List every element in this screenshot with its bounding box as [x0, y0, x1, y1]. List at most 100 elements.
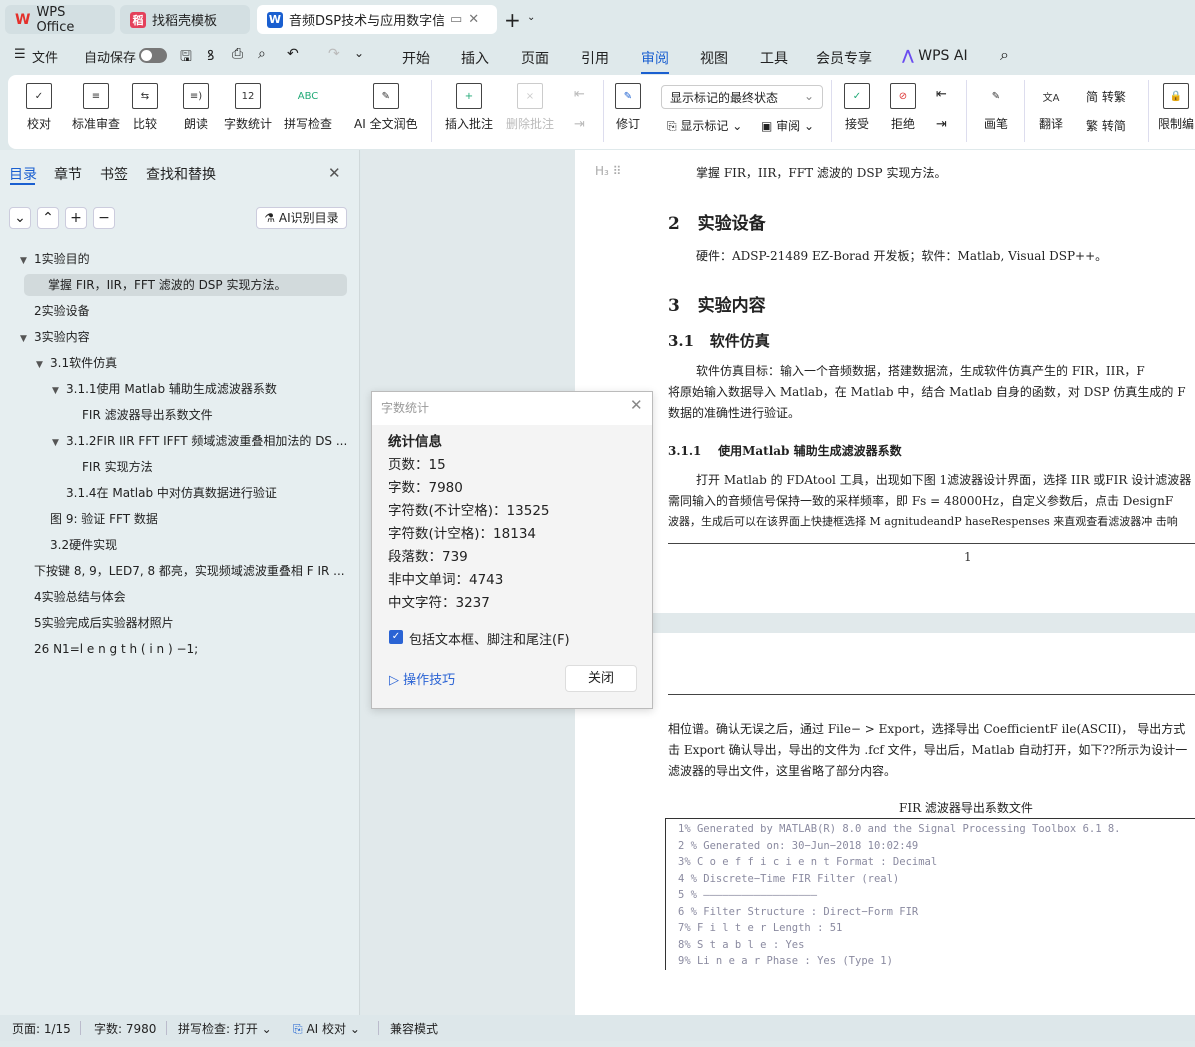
label: 比较: [132, 117, 157, 131]
add-heading-button[interactable]: +: [65, 207, 87, 229]
menu-page[interactable]: 页面: [521, 48, 549, 68]
restrict-edit-button[interactable]: 🔒 限制编: [1158, 83, 1194, 132]
reject-button[interactable]: ⊘ 拒绝: [890, 83, 916, 132]
menu-tools[interactable]: 工具: [760, 48, 788, 68]
expand-triangle-icon[interactable]: ▼: [52, 432, 66, 454]
markup-mode-select[interactable]: 显示标记的最终状态 ⌄: [661, 85, 823, 109]
ai-proof-status[interactable]: ⎘ AI 校对 ⌄: [293, 1020, 360, 1037]
menu-member[interactable]: 会员专享: [816, 48, 872, 68]
close-button[interactable]: 关闭: [565, 665, 637, 692]
page-indicator[interactable]: 页面: 1/15: [12, 1020, 71, 1037]
tab-find-replace[interactable]: 查找和替换: [146, 164, 216, 184]
print-icon[interactable]: ⎙: [232, 46, 243, 62]
code-line: 4 % Discrete−Time FIR Filter (real): [678, 872, 900, 885]
toc-item[interactable]: FIR 实现方法: [68, 456, 153, 478]
include-checkbox[interactable]: ✓: [389, 630, 403, 644]
expand-triangle-icon[interactable]: ▼: [20, 250, 34, 272]
print-preview-icon[interactable]: ⌕: [258, 46, 266, 62]
word-count-indicator[interactable]: 字数: 7980: [94, 1020, 156, 1037]
close-pane-icon[interactable]: ✕: [328, 164, 341, 182]
to-simplified-button[interactable]: 繁 转简: [1086, 117, 1126, 134]
menu-insert[interactable]: 插入: [461, 48, 489, 68]
dialog-title: 字数统计: [381, 401, 430, 415]
expand-triangle-icon[interactable]: ▼: [36, 354, 50, 376]
menu-home[interactable]: 开始: [402, 48, 430, 68]
toc-item[interactable]: 下按键 8, 9，LED7, 8 都亮，实现频域滤波重叠相 F IR ...: [20, 560, 345, 582]
compare-icon: ⇆: [132, 83, 158, 109]
toc-item[interactable]: 掌握 FIR，IIR，FFT 滤波的 DSP 实现方法。: [24, 274, 347, 296]
tips-link[interactable]: ▷ 操作技巧: [389, 669, 455, 688]
file-menu[interactable]: 文件: [32, 47, 58, 66]
status-bar: 页面: 1/15 字数: 7980 拼写检查: 打开 ⌄ ⎘ AI 校对 ⌄ 兼…: [0, 1015, 1195, 1041]
word-count-button[interactable]: 12 字数统计: [224, 83, 272, 132]
tab-wps-office[interactable]: W WPS Office: [5, 5, 115, 35]
accept-button[interactable]: ✓ 接受: [844, 83, 870, 132]
spell-check-status[interactable]: 拼写检查: 打开 ⌄: [178, 1020, 272, 1037]
menu-references[interactable]: 引用: [581, 48, 609, 68]
autosave-toggle[interactable]: [139, 48, 167, 63]
save-icon[interactable]: 🖫: [180, 46, 192, 70]
spell-check-button[interactable]: ABC 拼写检查: [284, 83, 332, 132]
revise-button[interactable]: ✎ 修订: [615, 83, 641, 132]
toc-item[interactable]: 26 N1=l e n g t h ( i n ) −1;: [20, 638, 198, 660]
toc-item[interactable]: 3.1.4在 Matlab 中对仿真数据进行验证: [52, 482, 277, 504]
tab-sections[interactable]: 章节: [54, 164, 82, 184]
pen-button[interactable]: ✎ 画笔: [983, 83, 1009, 132]
expand-down-button[interactable]: ⌄: [9, 207, 31, 229]
toc-item[interactable]: 5实验完成后实验器材照片: [20, 612, 174, 634]
prev-change-icon[interactable]: ⇤: [936, 87, 947, 102]
collapse-up-button[interactable]: ⌃: [37, 207, 59, 229]
delete-comment-button[interactable]: × 删除批注: [506, 83, 554, 132]
navigation-pane: 目录 章节 书签 查找和替换 ✕ ⌄ ⌃ + − ⚗ AI识别目录 ▼ 1实验目的…: [0, 150, 360, 1015]
close-tab-icon[interactable]: ✕: [468, 12, 479, 27]
toc-item[interactable]: 4实验总结与体会: [20, 586, 126, 608]
close-icon[interactable]: ✕: [630, 396, 643, 414]
more-chevron-icon[interactable]: ⌄: [354, 46, 364, 60]
tab-document[interactable]: W 音频DSP技术与应用数字信号 ▭ ✕: [257, 5, 497, 34]
toc-item[interactable]: 3.2硬件实现: [36, 534, 117, 556]
toc-item[interactable]: ▼ 1实验目的: [20, 248, 90, 270]
translate-button[interactable]: 文A 翻译: [1038, 83, 1064, 132]
tab-toc[interactable]: 目录: [9, 164, 37, 184]
toc-item[interactable]: ▼ 3.1.1使用 Matlab 辅助生成滤波器系数: [52, 378, 277, 400]
to-traditional-button[interactable]: 简 转繁: [1086, 88, 1126, 105]
review-pane-button[interactable]: ▣ 审阅 ⌄: [761, 117, 814, 134]
heading-style-icon[interactable]: H₃ ⠿: [595, 164, 621, 178]
insert-comment-button[interactable]: + 插入批注: [445, 83, 493, 132]
ai-toc-button[interactable]: ⚗ AI识别目录: [256, 207, 347, 229]
undo-icon[interactable]: ↶: [287, 46, 299, 62]
redo-icon[interactable]: ↷: [328, 46, 340, 62]
stat-label: 字符数(不计空格)：: [388, 503, 507, 519]
paragraph: 相位谱。确认无误之后，通过 File− > Export，选择导出 Coeffi…: [668, 722, 1186, 736]
monitor-icon[interactable]: ▭: [450, 12, 462, 27]
search-icon[interactable]: ⌕: [1000, 45, 1009, 65]
new-tab-icon[interactable]: +: [504, 8, 521, 32]
page-number: 1: [964, 550, 972, 564]
toc-item[interactable]: FIR 滤波器导出系数文件: [68, 404, 213, 426]
read-aloud-button[interactable]: ≡) 朗读: [183, 83, 209, 132]
compare-button[interactable]: ⇆ 比较: [132, 83, 158, 132]
proof-button[interactable]: ✓ 校对: [26, 83, 52, 132]
hamburger-icon[interactable]: ☰: [14, 47, 26, 62]
expand-triangle-icon[interactable]: ▼: [20, 328, 34, 350]
tab-bookmarks[interactable]: 书签: [100, 164, 128, 184]
remove-heading-button[interactable]: −: [93, 207, 115, 229]
wps-ai-menu[interactable]: ⋀ WPS AI: [902, 48, 968, 64]
next-change-icon[interactable]: ⇥: [936, 117, 947, 132]
ai-polish-button[interactable]: ✎ AI 全文润色: [354, 83, 418, 132]
chevron-down-icon[interactable]: ⌄: [527, 12, 535, 23]
toc-item[interactable]: 图 9: 验证 FFT 数据: [36, 508, 158, 530]
standard-review-button[interactable]: ≡ 标准审查: [72, 83, 120, 132]
next-comment-icon[interactable]: ⇥: [574, 117, 585, 132]
format-painter-icon[interactable]: ꝸ: [207, 46, 214, 65]
show-markup-button[interactable]: ⎘ 显示标记 ⌄: [667, 117, 742, 134]
tab-docer[interactable]: 稻找稻壳模板: [120, 5, 250, 34]
menu-view[interactable]: 视图: [700, 48, 728, 68]
toc-item[interactable]: ▼ 3.1.2FIR IIR FFT IFFT 频域滤波重叠相加法的 DS ...: [52, 430, 347, 452]
toc-item[interactable]: ▼ 3.1软件仿真: [36, 352, 117, 374]
toc-item[interactable]: ▼ 3实验内容: [20, 326, 90, 348]
prev-comment-icon[interactable]: ⇤: [574, 87, 585, 102]
expand-triangle-icon[interactable]: ▼: [52, 380, 66, 402]
toc-item[interactable]: 2实验设备: [20, 300, 90, 322]
menu-review[interactable]: 审阅: [641, 48, 669, 74]
